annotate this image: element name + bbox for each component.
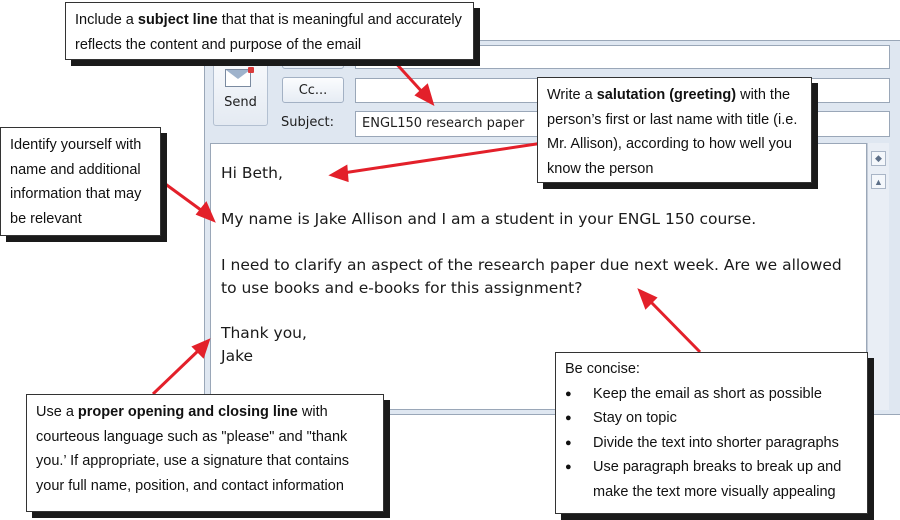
email-intro: My name is Jake Allison and I am a stude…: [221, 210, 757, 228]
email-question-line1: I need to clarify an aspect of the resea…: [221, 256, 842, 274]
callout-concise-heading: Be concise:: [565, 361, 640, 377]
callout-salutation-pre: Write a: [547, 87, 597, 103]
subject-label: Subject:: [281, 115, 334, 130]
callout-be-concise: Be concise: Keep the email as short as p…: [555, 352, 868, 514]
zoom-icon[interactable]: ◆: [871, 151, 886, 166]
send-label: Send: [224, 95, 257, 110]
callout-opening-pre: Use a: [36, 404, 78, 420]
email-closing: Thank you,: [221, 324, 307, 342]
envelope-icon: [225, 67, 254, 87]
callout-subject-line: Include a subject line that that is mean…: [65, 2, 474, 60]
callout-salutation: Write a salutation (greeting) with the p…: [537, 77, 812, 183]
callout-opening-bold: proper opening and closing line: [77, 404, 298, 420]
email-question-line2: to use books and e-books for this assign…: [221, 279, 583, 297]
send-button[interactable]: Send: [213, 60, 268, 126]
cc-button[interactable]: Cc...: [282, 77, 344, 103]
callout-subject-pre: Include a: [75, 12, 138, 28]
vertical-scrollbar[interactable]: ◆ ▲: [867, 143, 889, 410]
list-item: Use paragraph breaks to break up and mak…: [565, 455, 858, 504]
email-greeting: Hi Beth,: [221, 164, 283, 182]
scroll-up-icon[interactable]: ▲: [871, 174, 886, 189]
callout-opening-closing: Use a proper opening and closing line wi…: [26, 394, 384, 512]
callout-identify: Identify yourself with name and addition…: [0, 127, 161, 236]
concise-tips-list: Keep the email as short as possible Stay…: [565, 382, 858, 505]
callout-identify-text: Identify yourself with name and addition…: [10, 137, 142, 227]
list-item: Stay on topic: [565, 406, 858, 431]
list-item: Keep the email as short as possible: [565, 382, 858, 407]
callout-subject-bold: subject line: [137, 12, 218, 28]
callout-salutation-bold: salutation (greeting): [596, 87, 737, 103]
list-item: Divide the text into shorter paragraphs: [565, 431, 858, 456]
email-signature: Jake: [221, 347, 254, 365]
